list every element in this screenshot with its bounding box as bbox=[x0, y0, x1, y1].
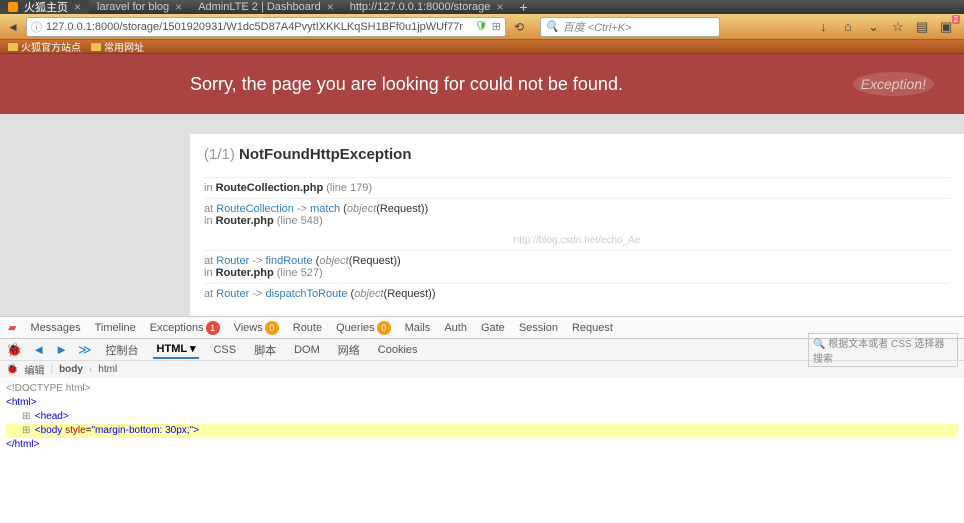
debug-request[interactable]: Request bbox=[572, 322, 613, 334]
search-box[interactable]: 🔍 百度 <Ctrl+K> bbox=[540, 17, 720, 37]
download-icon[interactable]: ↓ bbox=[820, 19, 836, 35]
trace-row: at Router -> dispatchToRoute (object(Req… bbox=[204, 283, 950, 304]
prev-icon[interactable]: ◄ bbox=[32, 342, 45, 357]
tab-label: AdminLTE 2 | Dashboard bbox=[198, 1, 321, 13]
close-icon[interactable]: × bbox=[327, 0, 334, 14]
bookmark-bar: 火狐官方站点 常用网址 bbox=[0, 40, 964, 54]
info-icon[interactable]: ⓘ bbox=[31, 19, 42, 35]
close-icon[interactable]: × bbox=[74, 0, 81, 14]
qr-icon[interactable]: ⊞ bbox=[492, 20, 501, 33]
notification-icon[interactable]: ▣ bbox=[940, 19, 956, 35]
expand-icon[interactable]: ⊞ bbox=[22, 424, 32, 438]
exception-logo: Exception! bbox=[853, 72, 934, 96]
tab-laravel[interactable]: laravel for blog × bbox=[89, 0, 190, 14]
trace-class[interactable]: Router bbox=[216, 255, 249, 267]
url-text: 127.0.0.1:8000/storage/1501920931/W1dc5D… bbox=[46, 21, 471, 33]
debug-mails[interactable]: Mails bbox=[405, 322, 431, 334]
new-tab-button[interactable]: + bbox=[511, 0, 535, 15]
page-content: Sorry, the page you are looking for coul… bbox=[0, 54, 964, 316]
error-message: Sorry, the page you are looking for coul… bbox=[30, 74, 623, 95]
crumb-html[interactable]: html bbox=[98, 364, 117, 375]
debug-logo[interactable]: ▰ bbox=[8, 321, 16, 334]
trace-method[interactable]: findRoute bbox=[266, 255, 313, 267]
trace-row: at Router -> findRoute (object(Request))… bbox=[204, 250, 950, 283]
devtools-tab-script[interactable]: 脚本 bbox=[250, 340, 280, 360]
trace-row: in RouteCollection.php (line 179) bbox=[204, 177, 950, 198]
debug-timeline[interactable]: Timeline bbox=[95, 322, 136, 334]
tab-label: 火狐主页 bbox=[24, 0, 68, 15]
tab-label: http://127.0.0.1:8000/storage bbox=[350, 1, 491, 13]
tab-adminlte[interactable]: AdminLTE 2 | Dashboard × bbox=[190, 0, 342, 14]
devtools-tab-cookies[interactable]: Cookies bbox=[374, 342, 422, 358]
tab-storage[interactable]: http://127.0.0.1:8000/storage × bbox=[342, 0, 512, 14]
bookmark-firefox[interactable]: 火狐官方站点 bbox=[8, 39, 81, 54]
bookmark-icon[interactable]: ☆ bbox=[892, 19, 908, 35]
bookmark-label: 常用网址 bbox=[104, 39, 144, 54]
browser-tab-bar: 火狐主页 × laravel for blog × AdminLTE 2 | D… bbox=[0, 0, 964, 14]
trace-method[interactable]: dispatchToRoute bbox=[266, 288, 348, 300]
search-placeholder: 百度 <Ctrl+K> bbox=[563, 19, 632, 35]
crumb-body[interactable]: body bbox=[59, 364, 83, 375]
inspect-icon[interactable]: 🐞 bbox=[6, 342, 22, 358]
exception-name: NotFoundHttpException bbox=[239, 146, 411, 163]
debug-route[interactable]: Route bbox=[293, 322, 322, 334]
edit-label[interactable]: 编辑 bbox=[24, 362, 44, 377]
expand-icon[interactable]: ⊞ bbox=[22, 410, 32, 424]
trace-file[interactable]: Router.php bbox=[216, 215, 274, 227]
next-icon[interactable]: ► bbox=[55, 342, 68, 357]
folder-icon bbox=[8, 43, 18, 51]
trace-class[interactable]: Router bbox=[216, 288, 249, 300]
tab-firefox-home[interactable]: 火狐主页 × bbox=[0, 0, 89, 14]
folder-icon bbox=[91, 43, 101, 51]
back-button[interactable]: ◄ bbox=[4, 18, 22, 36]
addon-icon[interactable]: ▤ bbox=[916, 19, 932, 35]
exception-count: (1/1) bbox=[204, 146, 235, 163]
debug-gate[interactable]: Gate bbox=[481, 322, 505, 334]
devtools-tab-html[interactable]: HTML ▾ bbox=[153, 340, 200, 359]
pocket-icon[interactable]: ⌄ bbox=[868, 19, 884, 35]
bookmark-label: 火狐官方站点 bbox=[21, 39, 81, 54]
devtools-tab-dom[interactable]: DOM bbox=[290, 342, 324, 358]
devtools-tabs: 🐞 ◄ ► ≫ 控制台 HTML ▾ CSS 脚本 DOM 网络 Cookies… bbox=[0, 338, 964, 360]
trace-file[interactable]: Router.php bbox=[216, 267, 274, 279]
reload-button[interactable]: ⟲ bbox=[510, 18, 528, 36]
debug-exceptions[interactable]: Exceptions1 bbox=[150, 321, 220, 335]
debug-views[interactable]: Views0 bbox=[234, 321, 279, 335]
trace-class[interactable]: RouteCollection bbox=[216, 203, 294, 215]
tab-label: laravel for blog bbox=[97, 1, 169, 13]
devtools-source[interactable]: <!DOCTYPE html> <html> ⊞ <head> ⊞ <body … bbox=[0, 378, 964, 456]
trace-file[interactable]: RouteCollection.php bbox=[216, 182, 324, 194]
debug-session[interactable]: Session bbox=[519, 322, 558, 334]
edit-icon[interactable]: 🐞 bbox=[6, 364, 18, 375]
trace-row: at RouteCollection -> match (object(Requ… bbox=[204, 198, 950, 231]
firefox-icon bbox=[8, 2, 18, 12]
debug-auth[interactable]: Auth bbox=[444, 322, 467, 334]
stack-trace: (1/1) NotFoundHttpException in RouteColl… bbox=[190, 134, 964, 316]
url-bar[interactable]: ⓘ 127.0.0.1:8000/storage/1501920931/W1dc… bbox=[26, 17, 506, 37]
exception-title: (1/1) NotFoundHttpException bbox=[204, 146, 950, 163]
home-icon[interactable]: ⌂ bbox=[844, 19, 860, 35]
watermark: http://blog.csdn.net/echo_Ae bbox=[204, 235, 950, 246]
close-icon[interactable]: × bbox=[496, 0, 503, 14]
devtools-tab-css[interactable]: CSS bbox=[209, 342, 240, 358]
debug-messages[interactable]: Messages bbox=[30, 322, 80, 334]
debug-queries[interactable]: Queries0 bbox=[336, 321, 391, 335]
bookmark-common[interactable]: 常用网址 bbox=[91, 39, 144, 54]
trace-method[interactable]: match bbox=[310, 203, 340, 215]
devtools-tab-network[interactable]: 网络 bbox=[334, 340, 364, 360]
close-icon[interactable]: × bbox=[175, 0, 182, 14]
shield-icon: 🛡 bbox=[475, 21, 488, 32]
error-header: Sorry, the page you are looking for coul… bbox=[0, 54, 964, 114]
devtools-tab-console[interactable]: 控制台 bbox=[102, 340, 143, 360]
devtools-search[interactable]: 🔍 根据文本或者 CSS 选择器搜索 bbox=[808, 333, 958, 367]
step-icon[interactable]: ≫ bbox=[78, 342, 92, 358]
nav-bar: ◄ ⓘ 127.0.0.1:8000/storage/1501920931/W1… bbox=[0, 14, 964, 40]
